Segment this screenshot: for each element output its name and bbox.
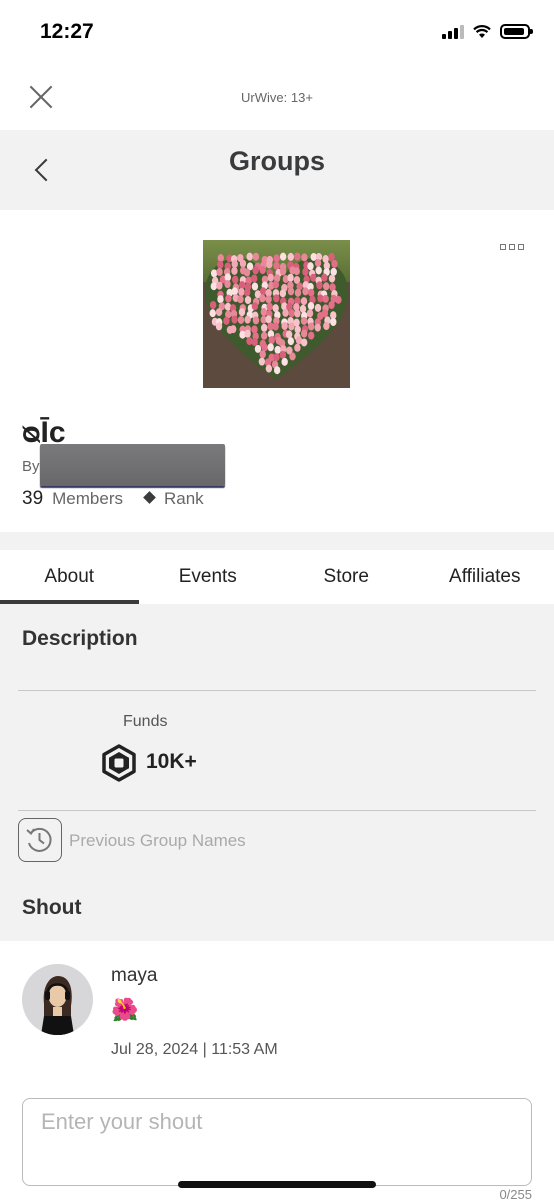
more-options-button[interactable] (500, 244, 524, 250)
previous-names-button[interactable] (18, 818, 62, 862)
funds-value: 10K+ (146, 750, 197, 774)
page-title: Groups (0, 146, 554, 177)
tab-about[interactable]: About (0, 550, 139, 604)
members-row: 39 Members Rank (22, 488, 204, 510)
funds-label: Funds (123, 713, 167, 731)
owner-by-label: By (22, 458, 40, 475)
rank-diamond-icon (143, 491, 156, 504)
shout-timestamp: Jul 28, 2024 | 11:53 AM (111, 1041, 278, 1059)
divider (18, 690, 536, 691)
redacted-owner-name (40, 444, 225, 486)
wifi-icon (473, 25, 491, 39)
group-emblem-image (203, 240, 350, 388)
divider (18, 810, 536, 811)
robux-icon (100, 744, 138, 782)
members-label: Members (52, 489, 123, 509)
status-icons (442, 24, 530, 39)
shout-username[interactable]: maya (111, 965, 157, 987)
site-label: UrWive: 13+ (0, 90, 554, 105)
about-section: Description Funds 10K+ Previous Group Na… (0, 604, 554, 941)
rank-label: Rank (164, 489, 204, 509)
cellular-signal-icon (442, 25, 464, 39)
status-time: 12:27 (40, 20, 94, 44)
tab-store[interactable]: Store (277, 550, 416, 604)
members-count: 39 (22, 488, 43, 510)
header-bar: Groups (0, 130, 554, 210)
tab-affiliates[interactable]: Affiliates (416, 550, 554, 604)
history-icon (19, 819, 60, 860)
tab-events[interactable]: Events (139, 550, 278, 604)
shout-heading: Shout (22, 896, 81, 920)
section-separator (0, 532, 554, 550)
avatar[interactable] (22, 964, 93, 1035)
home-indicator (178, 1181, 376, 1188)
shout-input[interactable] (22, 1098, 532, 1186)
description-heading: Description (22, 627, 138, 651)
group-tabs: About Events Store Affiliates (0, 550, 554, 604)
battery-icon (500, 24, 530, 39)
shout-message: 🌺 (111, 997, 138, 1023)
previous-names-label[interactable]: Previous Group Names (69, 831, 246, 851)
